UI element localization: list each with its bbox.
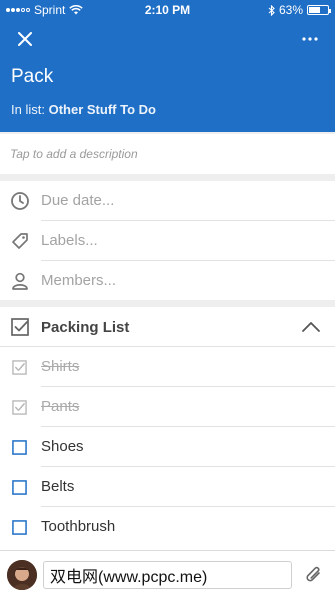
checklist-item-label: Belts <box>41 478 75 495</box>
checklist-item[interactable]: Shirts <box>0 347 335 387</box>
checkbox-checked-icon[interactable] <box>12 360 27 375</box>
more-options-button[interactable] <box>297 26 323 52</box>
description-placeholder: Tap to add a description <box>10 147 138 161</box>
in-list-prefix: In list: <box>11 102 45 117</box>
battery-icon <box>307 5 331 15</box>
comment-input[interactable] <box>43 561 292 589</box>
checkbox-checked-icon[interactable] <box>12 400 27 415</box>
checklist-icon <box>11 318 29 336</box>
card-header: Pack In list: Other Stuff To Do <box>0 20 335 132</box>
clock-icon <box>11 192 29 210</box>
card-title[interactable]: Pack <box>11 66 53 88</box>
members-row[interactable]: Members... <box>0 261 335 301</box>
avatar <box>7 560 37 590</box>
checklist-item[interactable]: Toothbrush <box>0 507 335 547</box>
card-meta-section: Due date... Labels... Members... <box>0 181 335 300</box>
close-icon <box>18 32 32 46</box>
checkbox-icon[interactable] <box>12 520 27 535</box>
checklist-item[interactable]: Belts <box>0 467 335 507</box>
avatar-image <box>7 560 37 590</box>
status-bar: Sprint 2:10 PM 63% <box>0 0 335 20</box>
person-icon <box>12 272 28 290</box>
checklist-section: Packing List Shirts Pants Shoes Belts Toothb… <box>0 307 335 550</box>
status-right: 63% <box>268 3 331 17</box>
checklist-item[interactable]: Pants <box>0 387 335 427</box>
close-button[interactable] <box>12 26 38 52</box>
checklist-item-label: Shirts <box>41 358 80 375</box>
description-field[interactable]: Tap to add a description <box>0 134 335 174</box>
comment-bar <box>0 550 335 596</box>
due-date-row[interactable]: Due date... <box>0 181 335 221</box>
list-name: Other Stuff To Do <box>48 102 156 117</box>
labels-label: Labels... <box>41 232 98 249</box>
due-date-label: Due date... <box>41 192 115 209</box>
more-icon <box>302 37 318 41</box>
chevron-up-icon[interactable] <box>301 319 321 335</box>
bluetooth-icon <box>268 4 275 16</box>
checklist-item-label: Pants <box>41 398 80 415</box>
checklist-item-label: Shoes <box>41 438 84 455</box>
list-location[interactable]: In list: Other Stuff To Do <box>11 102 156 117</box>
checkbox-icon[interactable] <box>12 480 27 495</box>
paperclip-icon[interactable] <box>304 564 324 586</box>
battery-percent: 63% <box>278 3 303 17</box>
members-label: Members... <box>41 272 117 289</box>
labels-row[interactable]: Labels... <box>0 221 335 261</box>
checklist-item[interactable]: Shoes <box>0 427 335 467</box>
tag-icon <box>12 233 28 249</box>
checklist-title: Packing List <box>41 319 130 336</box>
checkbox-icon[interactable] <box>12 440 27 455</box>
checklist-item-label: Toothbrush <box>41 518 116 535</box>
checklist-header[interactable]: Packing List <box>0 307 335 347</box>
